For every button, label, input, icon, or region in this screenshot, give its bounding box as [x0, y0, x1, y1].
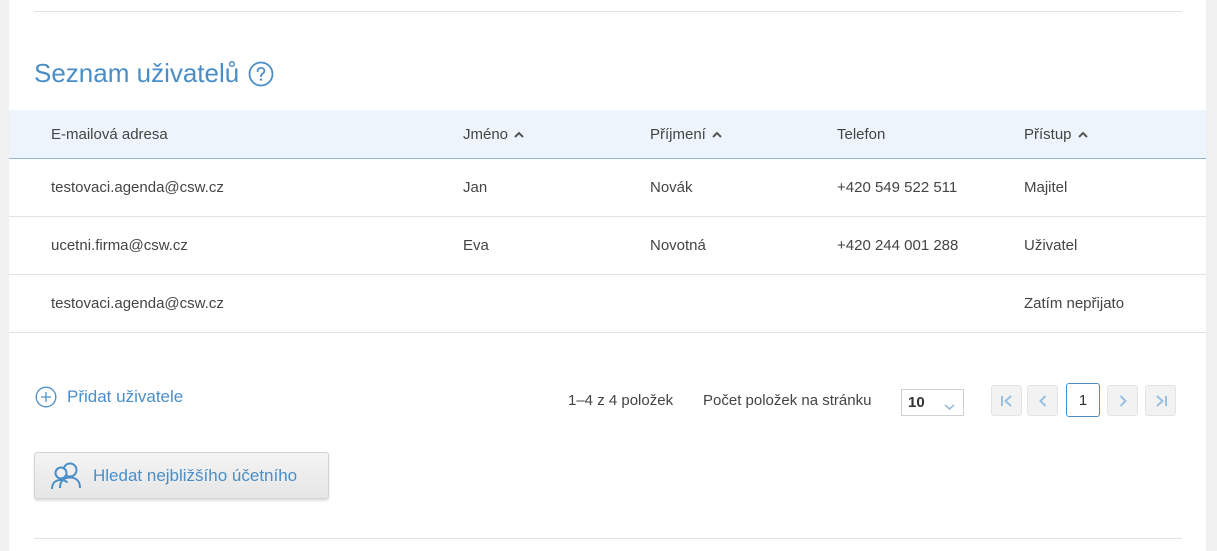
cell-first-name: Eva	[463, 237, 489, 254]
divider	[34, 538, 1182, 539]
next-page-button[interactable]	[1107, 385, 1138, 416]
help-icon[interactable]	[248, 61, 274, 87]
sort-up-icon	[514, 131, 524, 138]
cell-access: Majitel	[1024, 179, 1068, 196]
cell-first-name: Jan	[463, 179, 488, 196]
per-page-label: Počet položek na stránku	[703, 392, 872, 409]
cell-last-name: Novotná	[650, 237, 706, 254]
column-header-last-name[interactable]: Příjmení	[650, 110, 722, 158]
per-page-select[interactable]: 10	[901, 389, 964, 416]
column-header-access[interactable]: Přístup	[1024, 110, 1088, 158]
first-page-icon	[1000, 394, 1012, 407]
prev-page-button[interactable]	[1027, 385, 1058, 416]
cell-access: Zatím nepřijato	[1024, 295, 1125, 312]
cell-phone: +420 549 522 511	[837, 179, 958, 196]
current-page-button[interactable]: 1	[1066, 383, 1100, 417]
add-user-label: Přidat uživatele	[67, 387, 184, 406]
chevron-left-icon	[1038, 394, 1046, 407]
per-page-value: 10	[908, 394, 925, 411]
column-header-phone: Telefon	[837, 110, 885, 158]
column-header-label: E-mailová adresa	[51, 125, 168, 143]
chevron-right-icon	[1119, 394, 1127, 407]
plus-circle-icon	[35, 386, 57, 408]
divider	[34, 11, 1182, 12]
find-accountant-button[interactable]: Hledat nejbližšího účetního	[34, 452, 329, 499]
section-title-text: Seznam uživatelů	[34, 58, 240, 88]
last-page-button[interactable]	[1145, 385, 1176, 416]
sort-up-icon	[1077, 131, 1088, 138]
first-page-button[interactable]	[991, 385, 1022, 416]
chevron-down-icon	[944, 398, 955, 415]
table-row[interactable]: ucetni.firma@csw.cz Eva Novotná +420 244…	[9, 217, 1206, 275]
cell-email: testovaci.agenda@csw.cz	[51, 295, 224, 312]
items-count: 1–4 z 4 položek	[568, 392, 674, 409]
sort-up-icon	[712, 131, 722, 138]
find-accountant-label: Hledat nejbližšího účetního	[93, 465, 298, 485]
column-header-label: Jméno	[463, 125, 509, 143]
add-user-button[interactable]: Přidat uživatele	[35, 386, 183, 408]
table-row[interactable]: testovaci.agenda@csw.cz Jan Novák +420 5…	[9, 159, 1206, 217]
last-page-icon	[1155, 394, 1167, 407]
users-search-icon	[51, 462, 81, 489]
column-header-label: Příjmení	[650, 125, 706, 143]
cell-access: Uživatel	[1024, 237, 1078, 254]
column-header-label: Telefon	[837, 125, 886, 143]
cell-phone: +420 244 001 288	[837, 237, 959, 254]
table-header: E-mailová adresa Jméno Příjmení Telefon …	[9, 110, 1206, 159]
column-header-label: Přístup	[1024, 125, 1072, 143]
table-row[interactable]: testovaci.agenda@csw.cz Zatím nepřijato	[9, 275, 1206, 333]
cell-email: ucetni.firma@csw.cz	[51, 237, 188, 254]
section-title: Seznam uživatelů	[34, 58, 274, 89]
column-header-first-name[interactable]: Jméno	[463, 110, 524, 158]
column-header-email: E-mailová adresa	[51, 110, 168, 158]
cell-email: testovaci.agenda@csw.cz	[51, 179, 224, 196]
users-table: E-mailová adresa Jméno Příjmení Telefon …	[9, 110, 1206, 333]
cell-last-name: Novák	[650, 179, 693, 196]
users-panel: Seznam uživatelů E-mailová adresa Jméno …	[9, 0, 1206, 551]
